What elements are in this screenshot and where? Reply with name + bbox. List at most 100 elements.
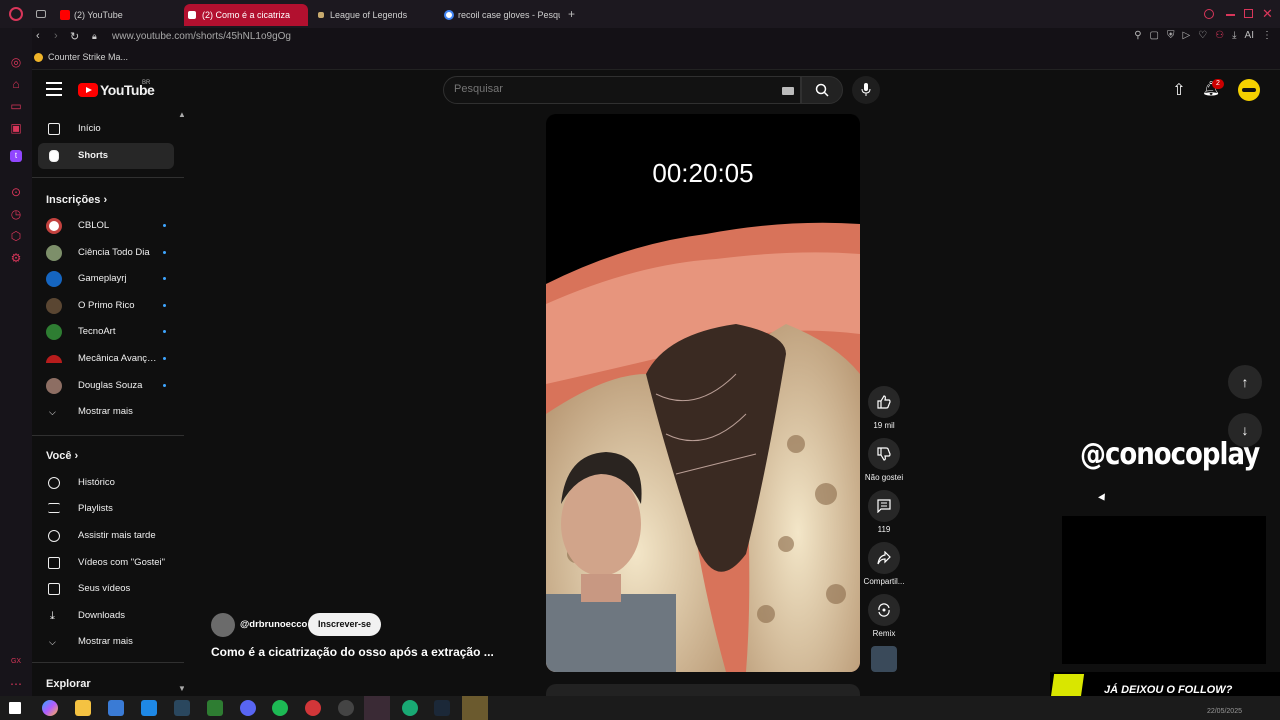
discord-icon[interactable] <box>240 700 256 716</box>
store-icon[interactable] <box>108 700 124 716</box>
steam-icon-2[interactable] <box>434 700 450 716</box>
hamburger-menu-icon[interactable] <box>46 82 62 96</box>
sound-thumbnail[interactable] <box>871 646 897 672</box>
browser-icon[interactable] <box>402 700 418 716</box>
search-tabs-icon[interactable] <box>1204 9 1214 19</box>
spotify-icon[interactable] <box>272 700 288 716</box>
heart-icon[interactable]: ♡ <box>1198 30 1207 41</box>
wallet-icon[interactable]: ⌂ <box>8 76 24 92</box>
tab-label: League of Legends <box>330 10 408 20</box>
sidebar-item-downloads[interactable]: ⤓ Downloads <box>38 603 174 629</box>
history-side-icon[interactable]: ◷ <box>8 206 24 222</box>
notepad-icon[interactable] <box>207 700 223 716</box>
sidebar-item-subscription[interactable]: CBLOL <box>38 213 174 239</box>
scroll-up-arrow-icon[interactable]: ▲ <box>178 110 184 119</box>
tab-league-of-legends[interactable]: League of Legends <box>312 4 436 26</box>
tab-youtube[interactable]: (2) YouTube <box>56 4 180 26</box>
short-video-player[interactable]: 00:20:05 <box>546 114 860 672</box>
tab-google-search[interactable]: recoil case gloves - Pesqu <box>440 4 560 26</box>
maximize-button[interactable] <box>1244 9 1253 18</box>
sidebar-item-your-videos[interactable]: Seus vídeos <box>38 576 174 602</box>
tab-current-short[interactable]: (2) Como é a cicatriza <box>184 4 308 26</box>
new-tab-button[interactable]: + <box>568 7 575 21</box>
sidebar-item-subscription[interactable]: Mecânica Avançada <box>38 346 174 372</box>
gx-icon[interactable]: GX <box>8 654 24 670</box>
steam-icon-1[interactable] <box>174 700 190 716</box>
sidebar-item-subscription[interactable]: O Primo Rico <box>38 293 174 319</box>
play-icon[interactable]: ▷ <box>1182 30 1190 41</box>
next-short-preview[interactable] <box>546 684 860 696</box>
search-button[interactable] <box>801 76 843 104</box>
messenger-icon[interactable]: ▭ <box>8 98 24 114</box>
opera-logo-icon[interactable] <box>9 7 23 21</box>
riot-icon[interactable] <box>305 700 321 716</box>
remix-button[interactable] <box>868 594 900 626</box>
share-label: Compartil... <box>863 577 905 586</box>
snapshot-icon[interactable]: ▢ <box>1150 30 1159 41</box>
obs-icon[interactable] <box>338 700 354 716</box>
subscribe-button[interactable]: Inscrever-se <box>308 613 382 636</box>
settings-icon[interactable]: ⚙ <box>8 250 24 266</box>
show-more-you[interactable]: ⌵ Mostrar mais <box>38 629 174 655</box>
you-section-title[interactable]: Você › <box>46 450 78 462</box>
notification-count-badge: 2 <box>1212 79 1224 89</box>
sidebar-item-label: TecnoArt <box>78 326 116 337</box>
download-tool-icon[interactable]: ⤓ <box>1232 30 1236 41</box>
scroll-down-arrow-icon[interactable]: ▼ <box>178 684 184 693</box>
short-title[interactable]: Como é a cicatrização do osso após a ext… <box>211 645 531 659</box>
sidebar-item-liked-videos[interactable]: Vídeos com "Gostei" <box>38 550 174 576</box>
twitch-icon[interactable]: t <box>10 150 22 162</box>
comments-button[interactable] <box>868 490 900 522</box>
like-count: 19 mil <box>873 421 895 430</box>
account-avatar[interactable] <box>1238 79 1260 101</box>
url-field[interactable]: www.youtube.com/shorts/45hNL1o9gOg <box>112 31 291 42</box>
ai-button[interactable]: AI <box>1245 30 1254 41</box>
new-content-dot <box>163 277 166 280</box>
workspaces-icon[interactable] <box>36 10 46 18</box>
sidebar-item-subscription[interactable]: TecnoArt <box>38 319 174 345</box>
like-button[interactable] <box>868 386 900 418</box>
sidebar-item-history[interactable]: Histórico <box>38 470 174 496</box>
adblock-icon[interactable]: ⛨ <box>1167 30 1175 41</box>
channel-name[interactable]: @drbrunoecco <box>240 619 307 630</box>
opera-ai-icon[interactable]: ◎ <box>8 54 24 70</box>
minimize-button[interactable] <box>1226 14 1235 16</box>
close-window-button[interactable]: ✕ <box>1262 6 1273 22</box>
sidebar-item-subscription[interactable]: Ciência Todo Dia <box>38 240 174 266</box>
account-icon[interactable]: ⚇ <box>1215 30 1224 41</box>
sidebar-item-subscription[interactable]: Gameplayrj <box>38 266 174 292</box>
share-button[interactable] <box>868 542 900 574</box>
show-more-subscriptions[interactable]: ⌵ Mostrar mais <box>38 399 174 425</box>
sidebar-item-home[interactable]: Início <box>38 116 174 142</box>
voice-search-button[interactable] <box>852 76 880 104</box>
previous-short-button[interactable]: ↑ <box>1228 365 1262 399</box>
dislike-button[interactable] <box>868 438 900 470</box>
sidebar-item-shorts[interactable]: Shorts <box>38 143 174 169</box>
back-icon[interactable]: ‹ <box>36 30 40 42</box>
opera-gx-icon[interactable] <box>364 696 390 720</box>
youtube-logo[interactable]: YouTube BR <box>78 80 155 98</box>
player-icon[interactable]: ⊙ <box>8 184 24 200</box>
outlook-icon[interactable] <box>141 700 157 716</box>
league-client-icon[interactable] <box>462 696 488 720</box>
more-icon[interactable]: ⋯ <box>8 676 24 692</box>
sidebar-item-playlists[interactable]: Playlists <box>38 496 174 522</box>
search-input[interactable] <box>454 83 754 95</box>
keyboard-icon[interactable] <box>782 87 794 95</box>
sidebar-item-watch-later[interactable]: Assistir mais tarde <box>38 523 174 549</box>
divider <box>32 662 184 663</box>
subscriptions-title[interactable]: Inscrições › <box>46 194 107 206</box>
copilot-icon[interactable] <box>42 700 58 716</box>
upload-icon[interactable]: ⇧ <box>1170 80 1188 100</box>
file-explorer-icon[interactable] <box>75 700 91 716</box>
menu-dots-icon[interactable]: ⋮ <box>1262 30 1272 41</box>
bookmark-counter-strike[interactable]: Counter Strike Ma... <box>34 52 128 62</box>
pin-icon[interactable]: ⚲ <box>1134 30 1141 41</box>
windows-start-icon[interactable] <box>9 702 21 714</box>
sidebar-item-subscription[interactable]: Douglas Souza <box>38 373 174 399</box>
reload-icon[interactable]: ↻ <box>70 30 79 43</box>
channel-avatar[interactable] <box>211 613 235 637</box>
extensions-icon[interactable]: ⬡ <box>8 228 24 244</box>
music-icon[interactable]: ▣ <box>8 120 24 136</box>
forward-icon[interactable]: › <box>54 30 58 42</box>
